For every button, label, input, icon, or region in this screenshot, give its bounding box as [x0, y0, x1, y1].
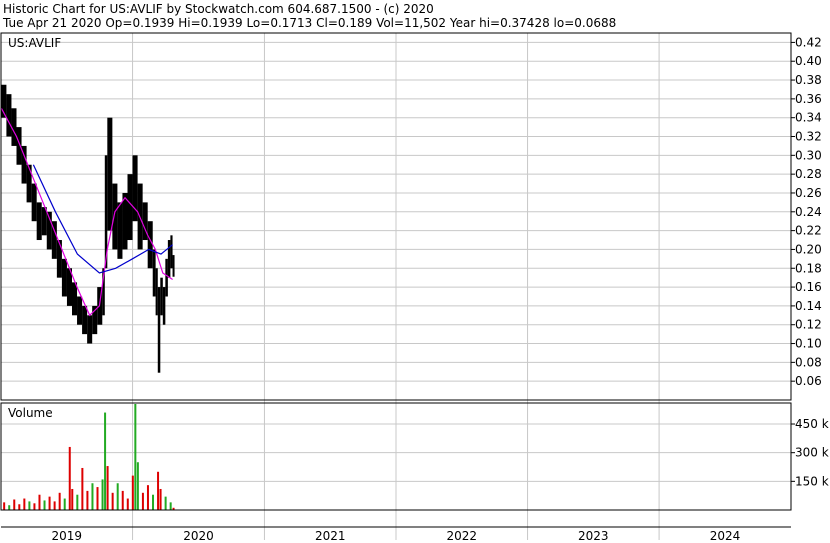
- volume-bar: [146, 485, 149, 510]
- price-tick-label: 0.40: [795, 54, 822, 68]
- year-label: 2022: [446, 529, 477, 543]
- price-tick-label: 0.28: [795, 167, 822, 181]
- price-bar: [167, 240, 171, 278]
- volume-bar: [8, 505, 11, 510]
- price-tick-label: 0.26: [795, 186, 822, 200]
- price-tick-label: 0.12: [795, 318, 822, 332]
- price-tick-label: 0.34: [795, 111, 822, 125]
- price-bar: [11, 108, 17, 146]
- price-bar: [162, 287, 166, 325]
- volume-bar: [134, 404, 137, 510]
- volume-bar: [136, 462, 139, 510]
- volume-bar: [3, 502, 6, 510]
- volume-tick-label: 150 k: [795, 474, 829, 488]
- price-bar: [157, 287, 161, 373]
- volume-bar: [76, 494, 79, 510]
- price-tick-label: 0.14: [795, 299, 822, 313]
- price-tick-label: 0.22: [795, 224, 822, 238]
- volume-bar: [28, 501, 31, 510]
- price-tick-label: 0.38: [795, 73, 822, 87]
- volume-bar: [43, 500, 46, 510]
- price-tick-label: 0.18: [795, 261, 822, 275]
- volume-bar: [121, 490, 124, 510]
- price-bar: [127, 174, 133, 241]
- price-bar: [107, 117, 113, 231]
- price-tick-label: 0.08: [795, 355, 822, 369]
- price-bar: [77, 296, 83, 325]
- price-tick-label: 0.42: [795, 35, 822, 49]
- price-bar: [112, 183, 118, 250]
- volume-bar: [169, 502, 172, 510]
- volume-bar: [86, 490, 89, 510]
- volume-axis: 150 k 300 k 450 k: [791, 417, 829, 488]
- price-bar: [170, 235, 173, 269]
- volume-label: Volume: [8, 406, 53, 420]
- chart-title: Historic Chart for US:AVLIF by Stockwatc…: [3, 2, 434, 16]
- volume-bar: [157, 471, 160, 510]
- price-bar: [56, 240, 62, 278]
- volume-bar: [106, 466, 109, 510]
- chart-background: [0, 0, 830, 543]
- volume-bar: [91, 483, 94, 510]
- year-label: 2019: [51, 529, 82, 543]
- volume-bar: [96, 487, 99, 510]
- year-label: 2023: [578, 529, 609, 543]
- symbol-label: US:AVLIF: [8, 36, 61, 50]
- volume-bar: [18, 504, 21, 510]
- volume-bar: [126, 498, 129, 510]
- volume-bar: [13, 499, 16, 510]
- price-bar: [147, 221, 153, 269]
- price-bar: [26, 164, 32, 203]
- year-label: 2021: [315, 529, 346, 543]
- price-bar: [152, 249, 156, 297]
- price-bar: [61, 258, 67, 297]
- price-bar: [117, 202, 123, 259]
- price-bar: [160, 277, 163, 316]
- price-bar: [71, 282, 78, 316]
- price-bar: [87, 315, 93, 344]
- price-tick-label: 0.24: [795, 205, 822, 219]
- volume-bar: [131, 475, 134, 510]
- volume-bar: [81, 467, 84, 510]
- price-tick-label: 0.32: [795, 130, 822, 144]
- price-tick-label: 0.16: [795, 280, 822, 294]
- volume-bar: [159, 488, 162, 510]
- price-bar: [155, 268, 158, 316]
- price-tick-label: 0.06: [795, 374, 822, 388]
- volume-bar: [68, 446, 71, 510]
- volume-bar: [38, 494, 41, 510]
- price-tick-label: 0.20: [795, 242, 822, 256]
- price-bar: [31, 183, 37, 222]
- volume-bar: [71, 488, 74, 510]
- volume-bar: [48, 496, 51, 510]
- price-tick-label: 0.30: [795, 148, 822, 162]
- volume-bar: [33, 503, 36, 510]
- price-bar: [36, 202, 42, 241]
- volume-tick-label: 450 k: [795, 417, 829, 431]
- volume-bar: [116, 483, 119, 510]
- volume-bar: [141, 492, 144, 510]
- price-bar: [165, 258, 168, 297]
- quote-summary: Tue Apr 21 2020 Op=0.1939 Hi=0.1939 Lo=0…: [2, 16, 616, 30]
- price-bar: [82, 305, 88, 335]
- price-tick-label: 0.36: [795, 92, 822, 106]
- price-bar: [122, 192, 128, 250]
- price-tick-label: 0.10: [795, 337, 822, 351]
- volume-bar: [58, 492, 61, 510]
- volume-bar: [53, 501, 56, 510]
- price-bar: [6, 94, 12, 137]
- price-bar: [172, 255, 175, 277]
- stock-chart: Historic Chart for US:AVLIF by Stockwatc…: [0, 0, 830, 543]
- volume-bar: [104, 412, 107, 510]
- volume-bar: [164, 496, 167, 510]
- volume-tick-label: 300 k: [795, 446, 829, 460]
- volume-bar: [111, 492, 114, 510]
- year-label: 2020: [183, 529, 214, 543]
- volume-bar: [152, 494, 155, 510]
- volume-bar: [63, 498, 66, 510]
- year-label: 2024: [710, 529, 741, 543]
- volume-bar: [23, 498, 26, 510]
- volume-bar: [101, 479, 104, 510]
